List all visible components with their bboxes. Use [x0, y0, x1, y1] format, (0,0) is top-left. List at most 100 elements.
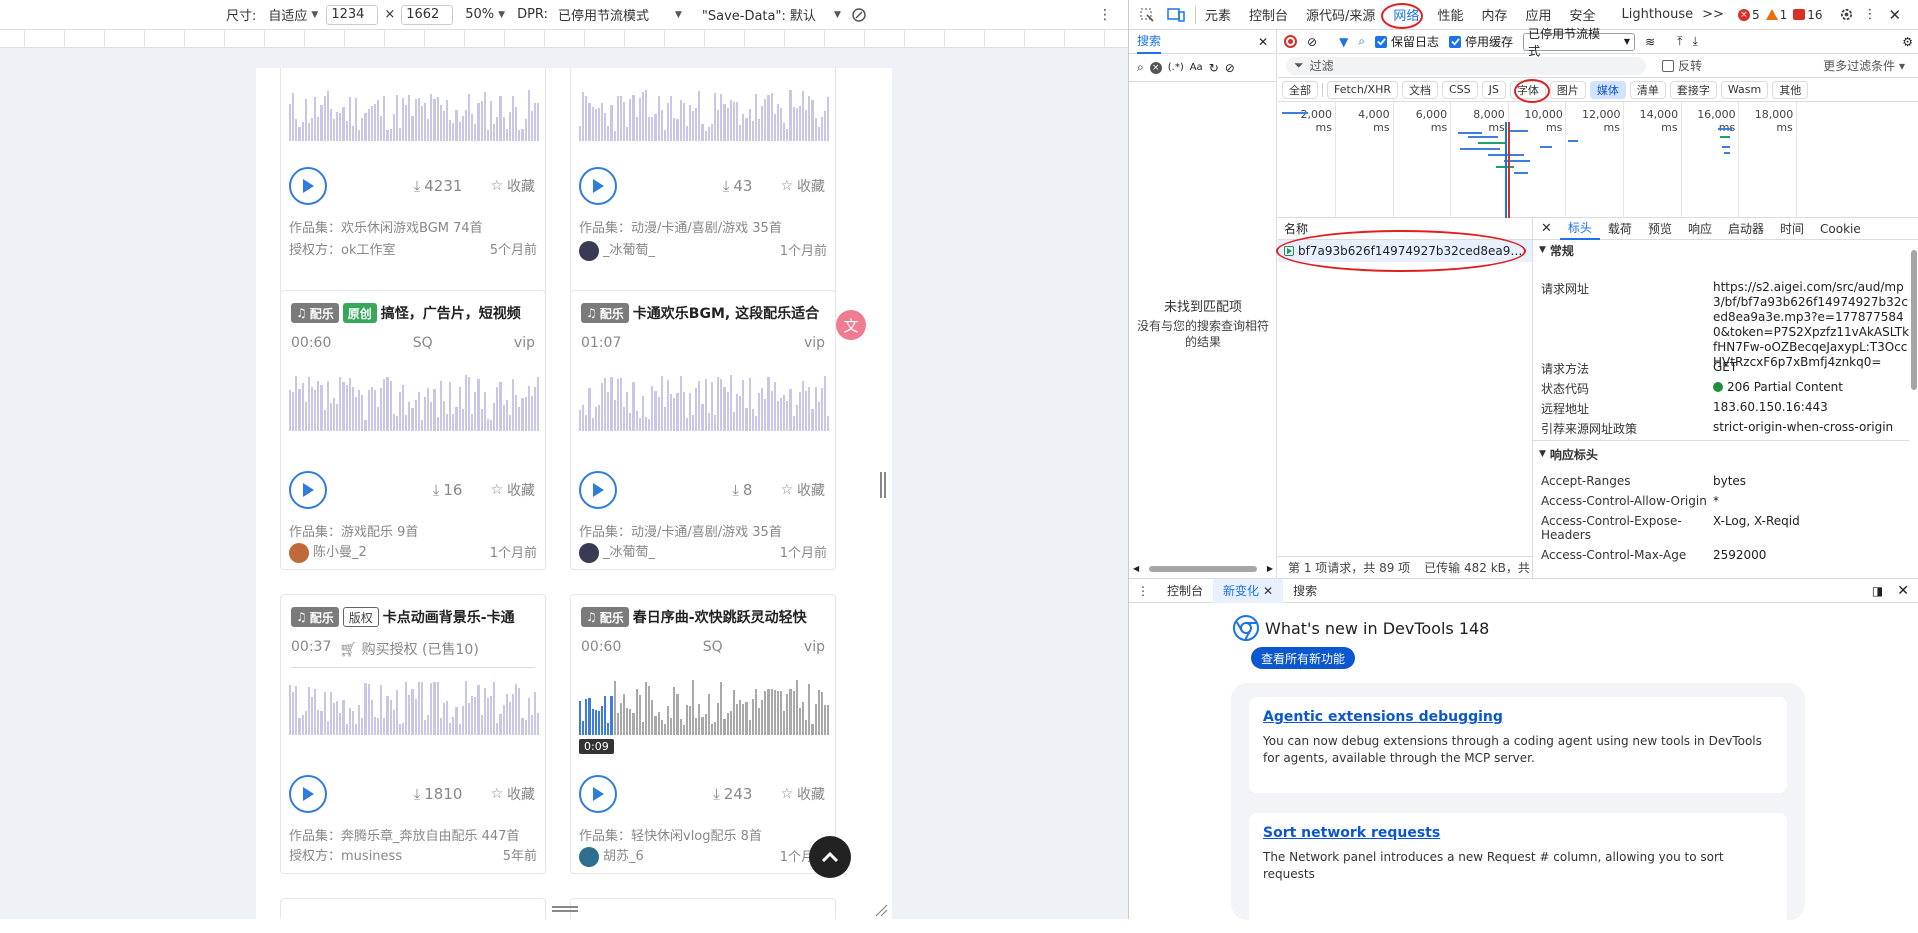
collection-label[interactable]: 作品集：动漫/卡通/喜剧/游戏 35首 — [579, 217, 827, 236]
tab-performance[interactable]: 性能 — [1428, 0, 1472, 30]
type-js[interactable]: JS — [1481, 80, 1506, 99]
clear-icon[interactable]: × — [1149, 61, 1162, 74]
gear-icon[interactable]: ⚙︎ — [1902, 35, 1913, 49]
drawer-tab-console[interactable]: 控制台 — [1157, 579, 1213, 603]
resize-handle-horizontal[interactable] — [552, 906, 578, 912]
dpr-select[interactable]: DPR: 已停用节流模式 ▼ — [517, 5, 682, 24]
see-all-features-button[interactable]: 查看所有新功能 — [1251, 647, 1356, 669]
type-all[interactable]: 全部 — [1282, 80, 1318, 99]
audio-title[interactable]: 卡通欢乐BGM, 这段配乐适合 — [633, 303, 819, 323]
play-button[interactable] — [579, 775, 617, 813]
tab-lighthouse[interactable]: Lighthouse — [1613, 0, 1703, 30]
dock-side-icon[interactable]: ◨ — [1872, 584, 1883, 598]
download-count[interactable]: ⤓ 243 — [713, 785, 752, 803]
tab-payload[interactable]: 载荷 — [1600, 218, 1640, 240]
favorite-button[interactable]: ☆ 收藏 — [780, 784, 825, 804]
header-value[interactable]: strict-origin-when-cross-origin — [1713, 420, 1911, 437]
tab-elements[interactable]: 元素 — [1196, 0, 1240, 30]
waveform[interactable] — [579, 89, 830, 141]
favorite-button[interactable]: ☆ 收藏 — [780, 480, 825, 500]
drawer-tab-whats-new[interactable]: 新变化 ✕ — [1213, 578, 1284, 603]
author-name[interactable]: _冰葡萄_ — [579, 239, 655, 261]
header-value[interactable]: GET — [1713, 360, 1911, 377]
audio-title[interactable]: 春日序曲-欢快跳跃灵动轻快 — [633, 607, 807, 627]
tab-response[interactable]: 响应 — [1680, 218, 1720, 240]
resize-corner-icon[interactable] — [874, 903, 888, 917]
header-value[interactable]: 206 Partial Content — [1713, 380, 1911, 397]
tab-initiator[interactable]: 启动器 — [1720, 218, 1772, 240]
download-count[interactable]: ⤓ 43 — [723, 177, 753, 195]
type-css[interactable]: CSS — [1441, 80, 1478, 99]
throttle-select[interactable]: 已停用节流模式 ▼ — [1523, 27, 1636, 58]
play-button[interactable] — [289, 775, 327, 813]
collection-label[interactable]: 作品集：轻快休闲vlog配乐 8首 — [579, 825, 827, 844]
response-headers-section[interactable]: ▼ 响应标头 — [1533, 444, 1598, 464]
close-icon[interactable]: ✕ — [1258, 35, 1268, 49]
preserve-log-checkbox[interactable] — [1375, 35, 1388, 48]
filter-icon[interactable]: ▼ — [1339, 35, 1348, 49]
translate-icon[interactable]: 文 — [836, 310, 866, 340]
author-name[interactable]: _冰葡萄_ — [579, 541, 655, 563]
clear-all-icon[interactable]: ⊘ — [1225, 61, 1235, 75]
waveform[interactable] — [289, 89, 540, 141]
play-button[interactable] — [289, 167, 327, 205]
category-badge[interactable]: ♫ 配乐 — [581, 303, 629, 323]
type-img[interactable]: 图片 — [1549, 80, 1586, 99]
type-socket[interactable]: 套接字 — [1669, 80, 1717, 99]
waveform[interactable] — [579, 375, 830, 431]
tab-headers[interactable]: 标头 — [1559, 218, 1600, 240]
clear-icon[interactable]: ⊘ — [1307, 35, 1317, 49]
download-count[interactable]: ⤓ 1810 — [414, 785, 463, 803]
collection-label[interactable]: 作品集：动漫/卡通/喜剧/游戏 35首 — [579, 521, 827, 540]
category-badge[interactable]: ♫ 配乐 — [291, 607, 339, 627]
more-tabs-button[interactable]: >> — [1702, 7, 1724, 22]
header-value[interactable]: bytes — [1713, 474, 1911, 489]
rotate-icon[interactable] — [851, 7, 867, 23]
import-icon[interactable]: ⤒ — [1677, 34, 1682, 49]
favorite-button[interactable]: ☆ 收藏 — [490, 784, 535, 804]
tab-preview[interactable]: 预览 — [1640, 218, 1680, 240]
collection-label[interactable]: 作品集：奔腾乐章_奔放自由配乐 447首 — [289, 825, 537, 844]
category-badge[interactable]: ♫ 配乐 — [581, 607, 629, 627]
download-count[interactable]: ⤓ 8 — [732, 481, 752, 499]
zoom-select[interactable]: 50% ▼ — [465, 7, 505, 22]
vertical-scrollbar[interactable] — [1909, 240, 1918, 578]
waveform[interactable] — [289, 679, 540, 735]
type-media[interactable]: 媒体 — [1589, 80, 1626, 99]
waveform[interactable] — [579, 679, 830, 735]
gear-icon[interactable] — [1839, 7, 1854, 22]
favorite-button[interactable]: ☆ 收藏 — [780, 176, 825, 196]
more-options-icon[interactable]: ⋮ — [1864, 7, 1877, 22]
refresh-icon[interactable]: ↻ — [1209, 61, 1219, 75]
tab-timing[interactable]: 时间 — [1772, 218, 1812, 240]
waveform[interactable] — [289, 375, 540, 431]
header-value[interactable]: X-Log, X-Reqid — [1713, 514, 1911, 542]
author-name[interactable]: 陈小曼_2 — [289, 541, 367, 563]
more-options-icon[interactable]: ⋮ — [1098, 7, 1112, 23]
issues-count[interactable]: 16 — [1793, 8, 1823, 22]
feature-link[interactable]: Sort network requests — [1263, 825, 1440, 841]
device-toggle-icon[interactable] — [1167, 7, 1185, 23]
drawer-tab-search[interactable]: 搜索 — [1283, 579, 1327, 603]
purchase-license[interactable]: 🛒︎ 购买授权 (已售10) — [339, 639, 478, 659]
header-value[interactable]: 2592000 — [1713, 548, 1911, 563]
play-button[interactable] — [579, 471, 617, 509]
author-name[interactable]: 授权方：ok工作室 — [289, 239, 396, 258]
regex-toggle[interactable]: (.*) — [1168, 62, 1184, 73]
case-toggle[interactable]: Aa — [1190, 62, 1203, 73]
filter-input[interactable]: ⏷ 过滤 — [1286, 56, 1646, 75]
play-button[interactable] — [289, 471, 327, 509]
download-count[interactable]: ⤓ 16 — [433, 481, 463, 499]
type-fetch-xhr[interactable]: Fetch/XHR — [1327, 80, 1398, 99]
scroll-top-button[interactable] — [809, 836, 851, 878]
save-data-select[interactable]: "Save-Data": 默认 ▼ — [702, 5, 841, 24]
header-value[interactable]: 183.60.150.16:443 — [1713, 400, 1911, 417]
error-count[interactable]: × 5 — [1737, 8, 1760, 22]
audio-title[interactable]: 搞怪，广告片，短视频 — [381, 303, 521, 323]
height-input[interactable]: 1662 — [401, 4, 454, 25]
record-icon[interactable] — [1284, 35, 1297, 48]
author-name[interactable]: 胡苏_6 — [579, 845, 644, 867]
download-count[interactable]: ⤓ 4231 — [414, 177, 463, 195]
network-overview-timeline[interactable]: 2,000 ms 4,000 ms 6,000 ms 8,000 ms 10,000 m… — [1278, 102, 1918, 218]
close-icon[interactable]: ✕ — [1897, 583, 1909, 599]
